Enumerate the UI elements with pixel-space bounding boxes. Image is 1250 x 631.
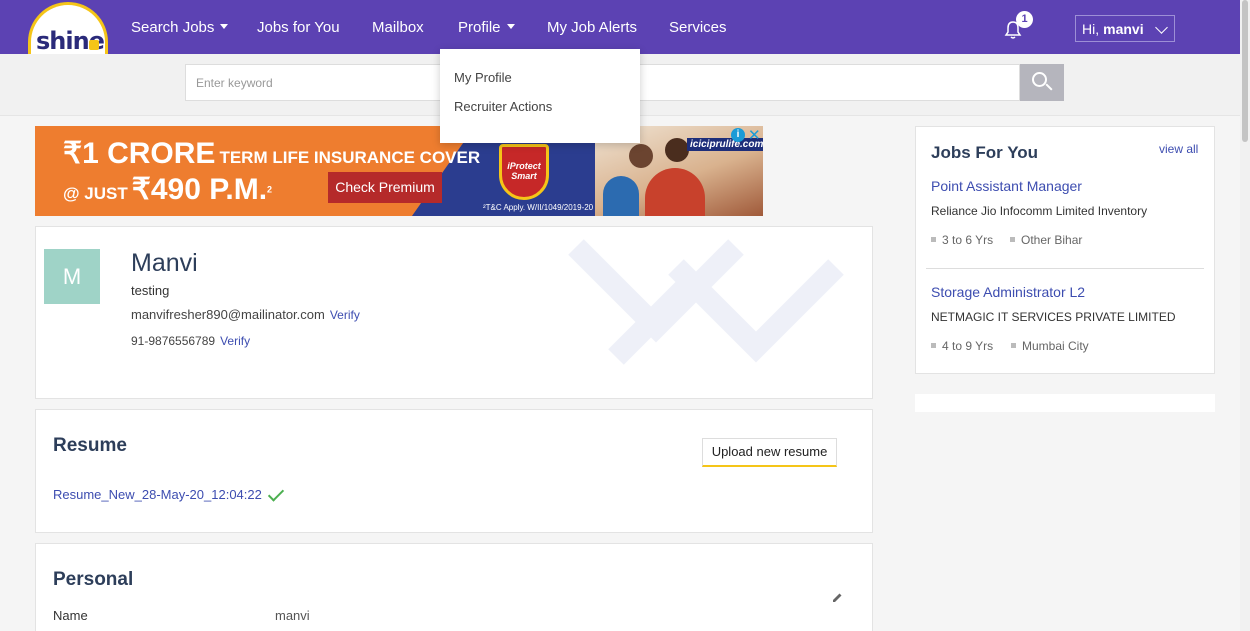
iprotect-shield-logo: iProtect Smart bbox=[499, 144, 549, 200]
job-location: Other Bihar bbox=[1010, 233, 1082, 247]
job-title-link[interactable]: Storage Administrator L2 bbox=[931, 284, 1085, 300]
caret-down-icon bbox=[220, 24, 229, 29]
checkmark-icon bbox=[267, 485, 285, 502]
personal-title: Personal bbox=[53, 569, 134, 590]
nav-profile[interactable]: Profile bbox=[458, 19, 515, 36]
avatar: M bbox=[44, 249, 100, 304]
verify-phone-link[interactable]: Verify bbox=[220, 334, 250, 348]
divider bbox=[926, 268, 1204, 269]
greeting-text: Hi, bbox=[1082, 21, 1100, 37]
nav-search-jobs[interactable]: Search Jobs bbox=[131, 19, 229, 36]
job-company: NETMAGIC IT SERVICES PRIVATE LIMITED bbox=[931, 310, 1176, 324]
decorative-background bbox=[568, 239, 844, 365]
profile-name: Manvi bbox=[131, 249, 198, 277]
ad-close-icon[interactable]: ✕ bbox=[748, 126, 761, 144]
dropdown-item-recruiter-actions[interactable]: Recruiter Actions bbox=[454, 99, 552, 114]
insurance-ad-banner[interactable]: ₹1 CRORE TERM LIFE INSURANCE COVER @ JUST… bbox=[35, 126, 763, 216]
profile-headline: testing bbox=[131, 283, 170, 298]
upload-resume-button[interactable]: Upload new resume bbox=[702, 438, 837, 467]
profile-summary-card: M Manvi testing manvifresher890@mailinat… bbox=[35, 226, 873, 399]
shine-logo[interactable]: shine bbox=[28, 2, 108, 62]
personal-card: Personal Name manvi bbox=[35, 543, 873, 631]
profile-phone: 91-9876556789 Verify bbox=[131, 334, 251, 348]
user-name: manvi bbox=[1103, 21, 1144, 37]
ad-choices-icon[interactable]: i bbox=[731, 128, 745, 142]
verify-email-link[interactable]: Verify bbox=[330, 308, 360, 322]
resume-title: Resume bbox=[53, 435, 127, 456]
resume-file-link[interactable]: Resume_New_28-May-20_12:04:22 bbox=[53, 487, 262, 502]
jobs-for-you-title: Jobs For You bbox=[931, 143, 1039, 162]
caret-down-icon bbox=[506, 24, 515, 29]
job-title-link[interactable]: Point Assistant Manager bbox=[931, 178, 1082, 194]
dropdown-item-my-profile[interactable]: My Profile bbox=[454, 70, 512, 85]
page-scrollbar[interactable] bbox=[1240, 0, 1250, 631]
nav-jobs-for-you[interactable]: Jobs for You bbox=[257, 19, 340, 36]
job-location: Mumbai City bbox=[1011, 339, 1089, 353]
resume-card: Resume Upload new resume Resume_New_28-M… bbox=[35, 409, 873, 533]
user-menu[interactable]: Hi, manvi bbox=[1075, 15, 1175, 42]
profile-dropdown: My Profile Recruiter Actions bbox=[440, 49, 640, 143]
nav-services[interactable]: Services bbox=[669, 19, 727, 36]
nav-my-job-alerts[interactable]: My Job Alerts bbox=[547, 19, 637, 36]
notification-count-badge: 1 bbox=[1016, 11, 1033, 28]
jobs-for-you-card: Jobs For You view all Point Assistant Ma… bbox=[915, 126, 1215, 374]
field-value-name: manvi bbox=[275, 608, 310, 623]
ad-headline: ₹1 CRORE TERM LIFE INSURANCE COVER bbox=[63, 137, 481, 170]
search-button[interactable] bbox=[1020, 64, 1064, 101]
top-nav: shine Search Jobs Jobs for You Mailbox P… bbox=[0, 0, 1250, 62]
sidebar-ad-slot bbox=[915, 394, 1215, 412]
scrollbar-thumb[interactable] bbox=[1242, 0, 1248, 142]
job-experience: 3 to 6 Yrs bbox=[931, 233, 993, 247]
job-company: Reliance Jio Infocomm Limited Inventory bbox=[931, 204, 1148, 218]
profile-email: manvifresher890@mailinator.com Verify bbox=[131, 307, 360, 322]
logo-badge bbox=[89, 40, 99, 50]
view-all-link[interactable]: view all bbox=[1159, 142, 1198, 156]
job-experience: 4 to 9 Yrs bbox=[931, 339, 993, 353]
ad-terms: ²T&C Apply. W/II/1049/2019-20 bbox=[483, 203, 594, 212]
chevron-down-icon bbox=[1155, 21, 1168, 34]
pencil-icon[interactable] bbox=[832, 592, 843, 603]
ad-price: @ JUST ₹490 P.M.2 bbox=[63, 173, 273, 206]
nav-mailbox[interactable]: Mailbox bbox=[372, 19, 424, 36]
check-premium-button[interactable]: Check Premium bbox=[328, 172, 442, 203]
field-label-name: Name bbox=[53, 608, 88, 623]
